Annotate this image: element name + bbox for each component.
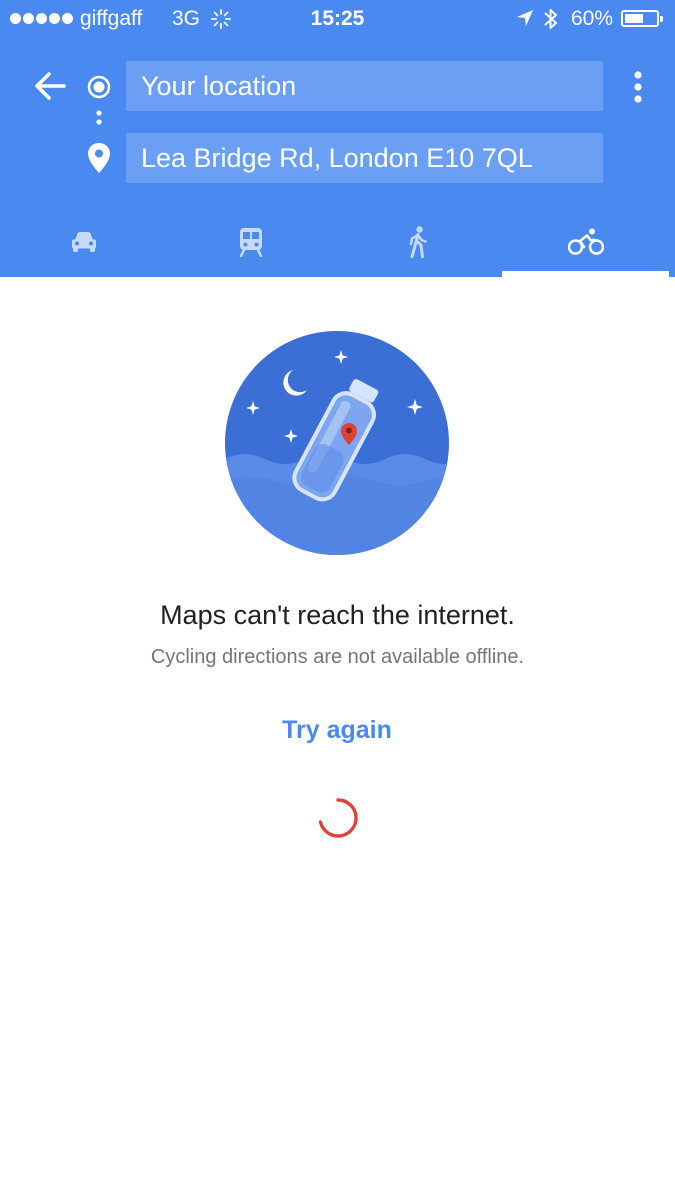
try-again-button[interactable]: Try again (237, 716, 437, 745)
battery-icon (621, 10, 663, 27)
train-icon (239, 228, 262, 257)
tab-driving[interactable] (0, 212, 167, 272)
tab-walking[interactable] (334, 212, 501, 272)
error-subtitle: Cycling directions are not available off… (150, 646, 525, 668)
tab-cycling[interactable] (502, 212, 669, 272)
status-bar: giffgaff 3G 15:25 60% (0, 0, 675, 38)
battery-level-fill (625, 14, 643, 23)
location-services-icon (517, 10, 533, 26)
more-options-icon[interactable] (626, 70, 650, 104)
loading-spinner-icon (318, 798, 358, 838)
directions-header: giffgaff 3G 15:25 60% Your location Lea … (0, 0, 675, 277)
origin-location-icon (87, 75, 111, 99)
error-title: Maps can't reach the internet. (160, 600, 515, 630)
back-arrow-icon[interactable] (33, 69, 67, 103)
route-dots-icon (96, 110, 102, 125)
origin-field[interactable]: Your location (126, 61, 603, 111)
walk-icon (409, 226, 427, 258)
message-in-bottle-illustration (225, 331, 449, 555)
destination-pin-icon (88, 143, 110, 173)
battery-percentage: 60% (571, 7, 614, 30)
bluetooth-icon (544, 9, 557, 29)
tab-transit[interactable] (167, 212, 334, 272)
car-icon (71, 232, 96, 252)
selected-tab-indicator (502, 271, 669, 277)
destination-field[interactable]: Lea Bridge Rd, London E10 7QL (126, 133, 603, 183)
bike-icon (567, 228, 604, 255)
